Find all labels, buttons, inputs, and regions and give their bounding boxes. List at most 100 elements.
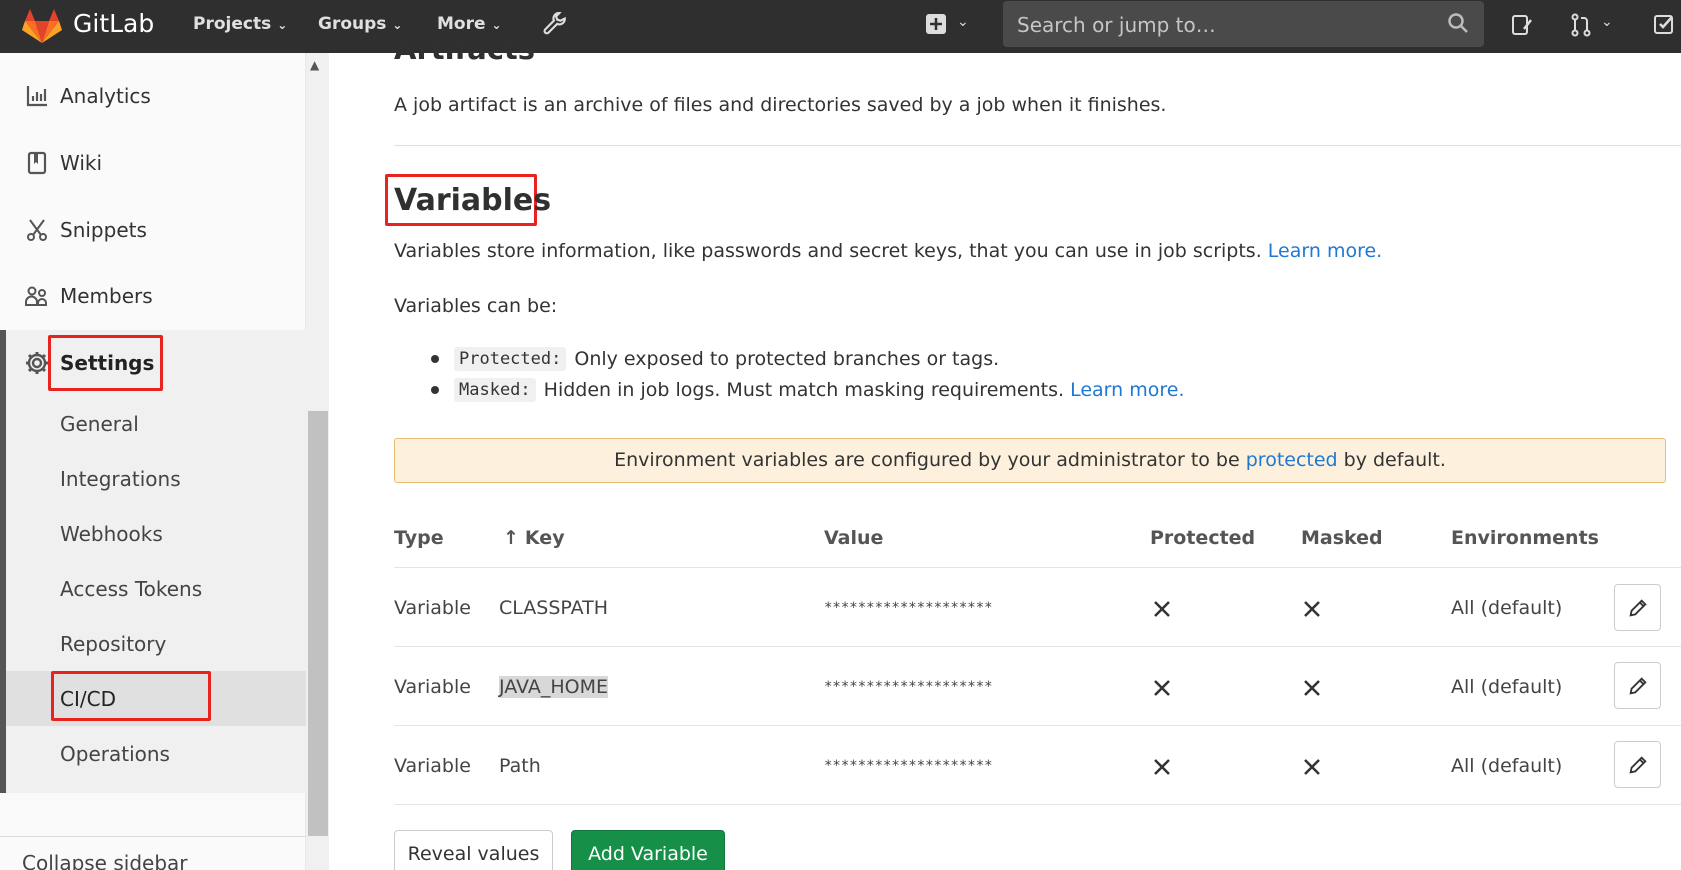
row-divider xyxy=(394,646,1681,647)
row-environment: All (default) xyxy=(1451,755,1563,777)
pencil-icon xyxy=(1628,755,1647,774)
chevron-down-icon[interactable]: ⌄ xyxy=(957,14,969,30)
sidebar-subitem-access-tokens[interactable]: Access Tokens xyxy=(60,577,202,601)
column-header-value: Value xyxy=(824,527,884,549)
row-divider xyxy=(394,725,1681,726)
gitlab-logo-icon[interactable] xyxy=(22,8,62,44)
sidebar-scrollbar-thumb[interactable] xyxy=(308,411,328,836)
sidebar-item-label: Snippets xyxy=(60,218,147,242)
masking-learn-more-link[interactable]: Learn more. xyxy=(1070,379,1184,401)
sidebar-subitem-webhooks[interactable]: Webhooks xyxy=(60,522,163,546)
search-box xyxy=(1003,1,1484,47)
chevron-down-icon: ⌄ xyxy=(392,18,403,32)
sidebar-item-label: Members xyxy=(60,284,153,308)
sidebar-subitem-integrations[interactable]: Integrations xyxy=(60,467,181,491)
chevron-down-icon: ⌄ xyxy=(491,18,502,32)
sidebar-item-members[interactable]: Members xyxy=(0,266,306,326)
column-header-key-label: Key xyxy=(524,527,565,549)
row-type: Variable xyxy=(394,755,471,777)
sidebar-subitem-general[interactable]: General xyxy=(60,412,139,436)
variables-can-be: Variables can be: xyxy=(394,295,558,317)
nav-groups-label: Groups xyxy=(318,14,387,34)
close-icon xyxy=(1304,759,1320,775)
artifacts-description: A job artifact is an archive of files an… xyxy=(394,94,1167,116)
bullet-dot xyxy=(431,386,439,394)
bullet-text: Only exposed to protected branches or ta… xyxy=(574,348,1000,370)
list-item: Protected: Only exposed to protected bra… xyxy=(394,347,999,371)
variables-description: Variables store information, like passwo… xyxy=(394,240,1382,262)
edit-variable-button[interactable] xyxy=(1614,584,1661,631)
sidebar-subitem-repository[interactable]: Repository xyxy=(60,632,166,656)
collapse-sidebar-label: Collapse sidebar xyxy=(22,851,188,870)
artifacts-heading: Artifacts xyxy=(394,32,536,66)
sidebar-item-label: Analytics xyxy=(60,84,151,108)
highlight-box-cicd xyxy=(51,671,211,721)
protected-alert: Environment variables are configured by … xyxy=(394,438,1666,483)
row-value: ******************** xyxy=(824,679,993,695)
sidebar-item-snippets[interactable]: Snippets xyxy=(0,200,306,260)
pencil-icon xyxy=(1628,676,1647,695)
users-icon xyxy=(22,281,52,311)
nav-groups[interactable]: Groups ⌄ xyxy=(318,14,402,34)
column-header-protected: Protected xyxy=(1150,527,1256,549)
issues-icon[interactable] xyxy=(1510,13,1534,37)
plus-square-icon[interactable] xyxy=(925,13,947,35)
column-header-key[interactable]: ↑ Key xyxy=(503,527,565,549)
row-type: Variable xyxy=(394,676,471,698)
search-input[interactable] xyxy=(1017,12,1437,38)
nav-more[interactable]: More ⌄ xyxy=(437,14,502,34)
row-key: CLASSPATH xyxy=(499,597,609,619)
code-masked: Masked: xyxy=(454,378,536,402)
sidebar-item-analytics[interactable]: Analytics xyxy=(0,66,306,126)
bullet-text: Hidden in job logs. Must match masking r… xyxy=(543,379,1065,401)
column-header-masked: Masked xyxy=(1301,527,1383,549)
pencil-icon xyxy=(1628,598,1647,617)
sidebar-item-label: Wiki xyxy=(60,151,103,175)
search-icon xyxy=(1448,13,1468,33)
row-divider xyxy=(394,567,1681,568)
reveal-values-button[interactable]: Reveal values xyxy=(394,830,553,870)
highlight-box-settings xyxy=(48,335,163,391)
brand-name[interactable]: GitLab xyxy=(73,9,154,38)
close-icon xyxy=(1304,601,1320,617)
nav-projects-label: Projects xyxy=(193,14,272,34)
sidebar-subitem-operations[interactable]: Operations xyxy=(60,742,170,766)
chevron-down-icon: ⌄ xyxy=(277,18,288,32)
row-divider xyxy=(394,804,1681,805)
row-key: Path xyxy=(499,755,541,777)
row-environment: All (default) xyxy=(1451,597,1563,619)
chart-icon xyxy=(22,81,52,111)
row-environment: All (default) xyxy=(1451,676,1563,698)
row-value: ******************** xyxy=(824,600,993,616)
list-item: Masked: Hidden in job logs. Must match m… xyxy=(394,378,1184,402)
todo-checkbox-icon[interactable] xyxy=(1652,13,1676,37)
top-navbar: GitLab Projects ⌄ Groups ⌄ More ⌄ ⌄ ⌄ xyxy=(0,0,1681,53)
nav-projects[interactable]: Projects ⌄ xyxy=(193,14,287,34)
protected-link[interactable]: protected xyxy=(1246,449,1338,471)
close-icon xyxy=(1154,601,1170,617)
edit-variable-button[interactable] xyxy=(1614,662,1661,709)
row-type: Variable xyxy=(394,597,471,619)
nav-more-label: More xyxy=(437,14,486,34)
alert-text-after: by default. xyxy=(1343,449,1446,471)
wrench-icon[interactable] xyxy=(542,12,568,38)
close-icon xyxy=(1154,759,1170,775)
row-value: ******************** xyxy=(824,758,993,774)
close-icon xyxy=(1154,680,1170,696)
close-icon xyxy=(1304,680,1320,696)
variables-heading: Variables xyxy=(394,183,552,218)
add-variable-button[interactable]: Add Variable xyxy=(571,830,725,870)
bullet-dot xyxy=(431,355,439,363)
code-protected: Protected: xyxy=(454,347,567,371)
sidebar-item-wiki[interactable]: Wiki xyxy=(0,133,306,193)
learn-more-link[interactable]: Learn more. xyxy=(1268,240,1382,262)
column-header-environments: Environments xyxy=(1451,527,1599,549)
scroll-up-arrow-icon[interactable]: ▲ xyxy=(310,58,319,72)
merge-request-icon[interactable] xyxy=(1569,12,1593,38)
chevron-down-icon[interactable]: ⌄ xyxy=(1601,14,1613,30)
alert-text-before: Environment variables are configured by … xyxy=(614,449,1240,471)
collapse-sidebar[interactable]: Collapse sidebar xyxy=(0,836,306,870)
edit-variable-button[interactable] xyxy=(1614,741,1661,788)
book-icon xyxy=(22,148,52,178)
column-header-type: Type xyxy=(394,527,444,549)
